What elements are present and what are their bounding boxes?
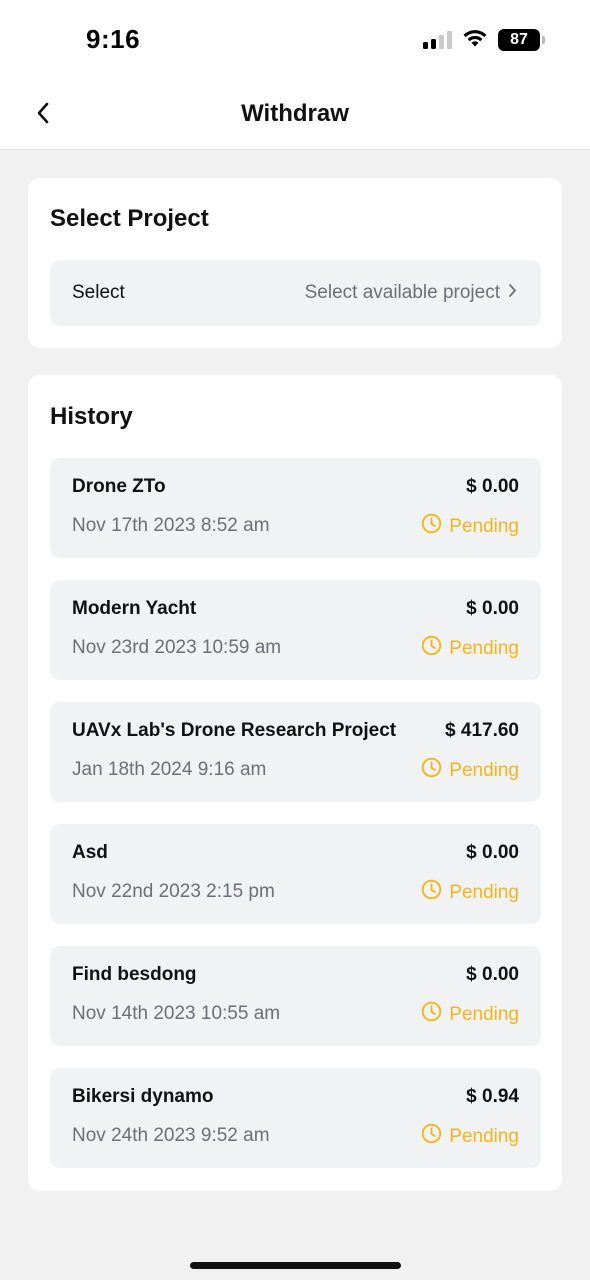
status-text: Pending — [449, 881, 519, 903]
history-item-name: Find besdong — [72, 964, 197, 985]
history-item[interactable]: Asd $ 0.00 Nov 22nd 2023 2:15 pm Pending — [50, 824, 541, 924]
history-item[interactable]: Drone ZTo $ 0.00 Nov 17th 2023 8:52 am P… — [50, 458, 541, 558]
signal-bars-icon — [423, 31, 452, 49]
home-indicator[interactable] — [190, 1262, 401, 1269]
select-placeholder: Select available project — [304, 282, 500, 303]
history-card: History Drone ZTo $ 0.00 Nov 17th 2023 8… — [28, 375, 562, 1191]
history-item-date: Nov 14th 2023 10:55 am — [72, 1003, 281, 1024]
status-time: 9:16 — [86, 24, 141, 54]
select-project-heading: Select Project — [50, 205, 209, 232]
status-badge: Pending — [421, 757, 519, 784]
history-item-date: Nov 22nd 2023 2:15 pm — [72, 881, 275, 902]
status-bar: 9:16 87 — [0, 0, 590, 80]
clock-icon — [421, 879, 442, 906]
history-list: Drone ZTo $ 0.00 Nov 17th 2023 8:52 am P… — [50, 458, 541, 1190]
history-item-name: Modern Yacht — [72, 598, 197, 619]
project-select[interactable]: Select Select available project — [50, 260, 541, 326]
history-item-amount: $ 0.00 — [466, 842, 519, 863]
history-heading: History — [50, 403, 133, 430]
history-item-amount: $ 0.00 — [466, 964, 519, 985]
status-text: Pending — [449, 1125, 519, 1147]
history-item-date: Nov 17th 2023 8:52 am — [72, 515, 270, 536]
status-badge: Pending — [421, 513, 519, 540]
select-label: Select — [72, 282, 125, 303]
history-item-amount: $ 0.00 — [466, 598, 519, 619]
history-item[interactable]: Modern Yacht $ 0.00 Nov 23rd 2023 10:59 … — [50, 580, 541, 680]
history-item[interactable]: Bikersi dynamo $ 0.94 Nov 24th 2023 9:52… — [50, 1068, 541, 1168]
clock-icon — [421, 757, 442, 784]
history-item-amount: $ 417.60 — [445, 720, 519, 741]
status-text: Pending — [449, 1003, 519, 1025]
wifi-icon — [462, 28, 488, 53]
history-item-name: UAVx Lab's Drone Research Project — [72, 720, 397, 741]
page-title: Withdraw — [241, 100, 349, 127]
history-item-amount: $ 0.00 — [466, 476, 519, 497]
clock-icon — [421, 635, 442, 662]
status-badge: Pending — [421, 635, 519, 662]
chevron-right-icon — [508, 282, 517, 304]
select-project-card: Select Project Select Select available p… — [28, 178, 562, 348]
status-badge: Pending — [421, 1123, 519, 1150]
history-item-name: Drone ZTo — [72, 476, 166, 497]
status-text: Pending — [449, 637, 519, 659]
history-item-date: Jan 18th 2024 9:16 am — [72, 759, 267, 780]
history-item-name: Asd — [72, 842, 108, 863]
clock-icon — [421, 1001, 442, 1028]
history-item-date: Nov 24th 2023 9:52 am — [72, 1125, 270, 1146]
history-item-name: Bikersi dynamo — [72, 1086, 214, 1107]
status-text: Pending — [449, 759, 519, 781]
status-text: Pending — [449, 515, 519, 537]
clock-icon — [421, 1123, 442, 1150]
status-badge: Pending — [421, 1001, 519, 1028]
nav-bar: Withdraw — [0, 80, 590, 150]
history-item[interactable]: UAVx Lab's Drone Research Project $ 417.… — [50, 702, 541, 802]
history-item[interactable]: Find besdong $ 0.00 Nov 14th 2023 10:55 … — [50, 946, 541, 1046]
status-badge: Pending — [421, 879, 519, 906]
clock-icon — [421, 513, 442, 540]
history-item-date: Nov 23rd 2023 10:59 am — [72, 637, 282, 658]
battery-icon: 87 — [498, 29, 545, 51]
status-icons: 87 — [423, 28, 545, 53]
history-item-amount: $ 0.94 — [466, 1086, 519, 1107]
